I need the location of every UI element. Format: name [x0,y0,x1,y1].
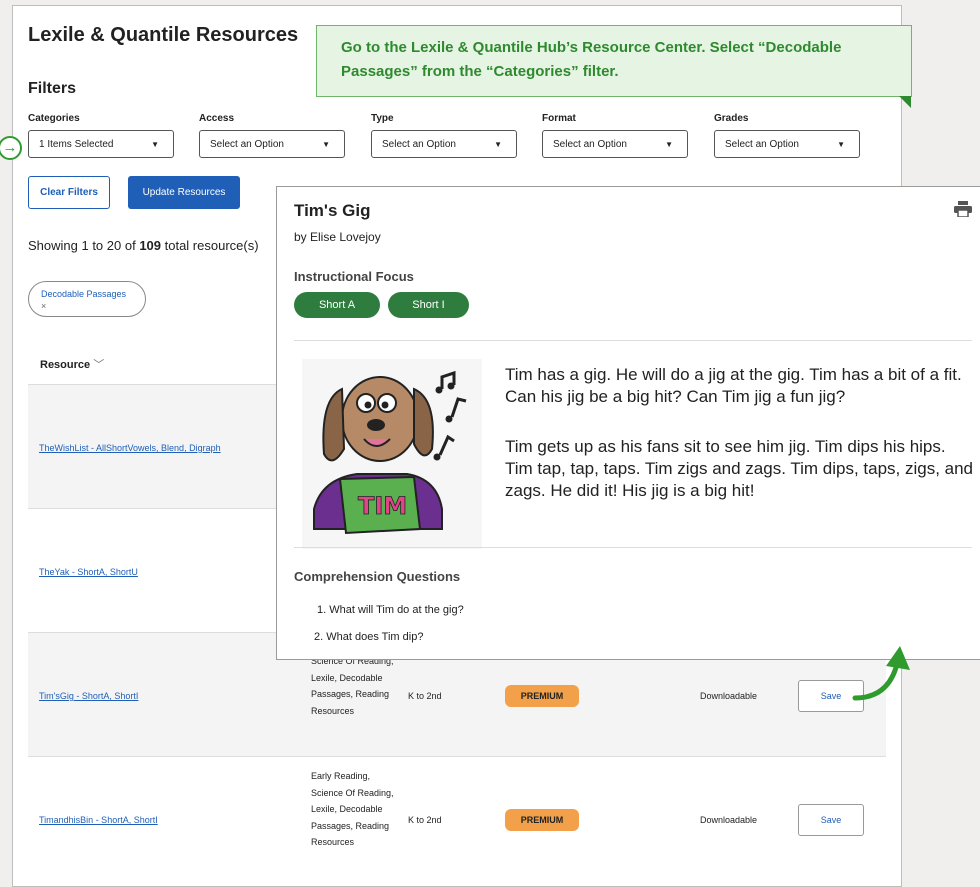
resource-link[interactable]: Tim'sGig - ShortA, ShortI [39,691,138,701]
focus-tag: Short A [294,292,380,318]
filter-label-format: Format [542,113,576,124]
resource-column-header[interactable]: Resource ﹀ [40,356,104,372]
type-select-value: Select an Option [382,139,456,150]
question-item: 2. What does Tim dip? [314,631,424,643]
page-title: Lexile & Quantile Resources [28,24,299,46]
filter-label-access: Access [199,113,235,124]
save-button[interactable]: Save [798,804,864,836]
filter-chip-label: Decodable Passages [41,289,127,299]
access-select-value: Select an Option [210,139,284,150]
divider [294,547,972,548]
results-prefix: Showing 1 to 20 of [28,238,140,253]
passage-paragraph: Tim has a gig. He will do a jig at the g… [505,365,962,406]
premium-badge: PREMIUM [505,809,579,831]
clear-filters-button[interactable]: Clear Filters [28,176,110,209]
chevron-down-icon: ﹀ [93,359,105,371]
chevron-down-icon: ▼ [322,140,330,149]
filter-label-type: Type [371,113,394,124]
dog-illustration: TIM [302,359,482,549]
resource-categories: Early Reading, Science Of Reading, Lexil… [311,771,394,847]
passage-title: Tim's Gig [294,201,371,220]
filters-heading: Filters [28,80,77,97]
print-icon[interactable] [954,201,972,217]
grades-select[interactable]: Select an Option ▼ [714,130,860,158]
access-select[interactable]: Select an Option ▼ [199,130,345,158]
chevron-down-icon: ▼ [837,140,845,149]
results-total: 109 [139,238,162,253]
passage-preview-modal: Tim's Gig by Elise Lovejoy Instructional… [276,186,980,660]
filter-label-categories: Categories [28,113,80,124]
categories-select[interactable]: 1 Items Selected ▼ [28,130,174,158]
format-select[interactable]: Select an Option ▼ [542,130,688,158]
grades-select-value: Select an Option [725,139,799,150]
close-icon[interactable]: × [41,300,133,312]
resource-categories: Science Of Reading, Lexile, Decodable Pa… [311,656,394,716]
format-select-value: Select an Option [553,139,627,150]
instructional-focus-heading: Instructional Focus [294,269,414,284]
premium-badge: PREMIUM [505,685,579,707]
resource-format: Downloadable [700,691,758,701]
resource-link[interactable]: TimandhisBin - ShortA, ShortI [39,815,158,825]
chevron-down-icon: ▼ [494,140,502,149]
comprehension-heading: Comprehension Questions [294,569,461,584]
question-item: 1. What will Tim do at the gig? [317,604,464,616]
filter-label-grades: Grades [714,113,749,124]
chevron-down-icon: ▼ [665,140,673,149]
results-count: Showing 1 to 20 of 109 total resource(s) [28,238,259,253]
passage-paragraph: Tim gets up as his fans sit to see him j… [505,437,974,500]
resource-grades: K to 2nd [408,815,442,825]
filter-chip[interactable]: Decodable Passages × [28,281,146,317]
update-resources-button[interactable]: Update Resources [128,176,240,209]
passage-author: by Elise Lovejoy [294,230,381,244]
resource-column-label: Resource [40,359,91,371]
callout-tail [899,96,911,108]
divider [294,340,972,341]
curved-arrow-icon [852,646,910,701]
table-row: TimandhisBin - ShortA, ShortI Early Read… [28,756,886,881]
focus-tag: Short I [388,292,469,318]
sign-text: TIM [358,492,407,520]
resource-format: Downloadable [700,815,758,825]
instruction-callout: Go to the Lexile & Quantile Hub’s Resour… [316,25,912,97]
categories-select-value: 1 Items Selected [39,139,114,150]
type-select[interactable]: Select an Option ▼ [371,130,517,158]
resource-grades: K to 2nd [408,691,442,701]
resource-link[interactable]: TheYak - ShortA, ShortU [39,567,138,577]
resource-link[interactable]: TheWishList - AllShortVowels, Blend, Dig… [39,443,221,453]
chevron-down-icon: ▼ [151,140,159,149]
results-suffix: total resource(s) [161,238,259,253]
